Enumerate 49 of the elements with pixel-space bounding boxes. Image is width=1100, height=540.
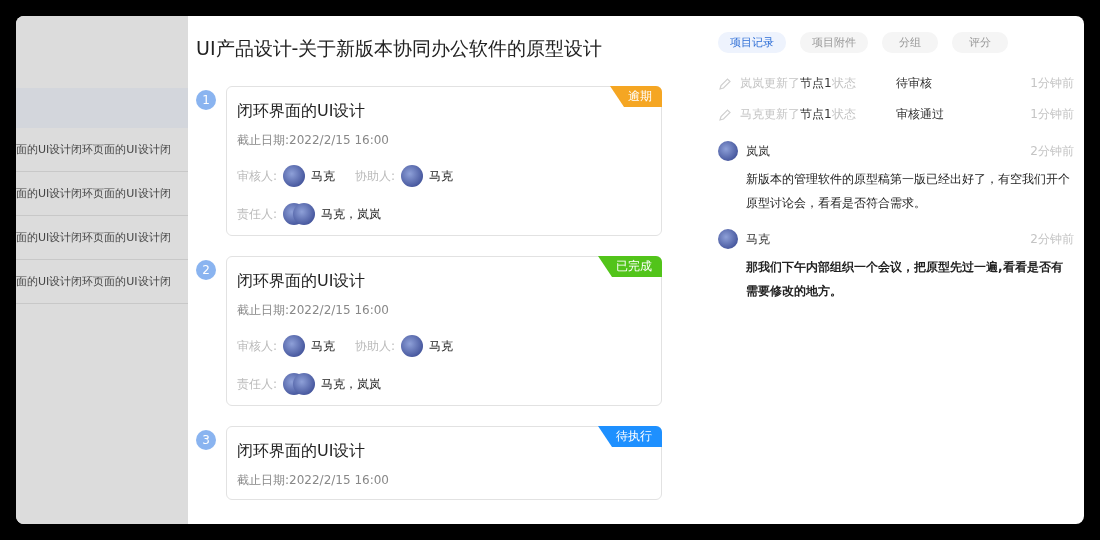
reviewer-name: 马克	[311, 167, 336, 185]
assistant-name: 马克	[429, 337, 454, 355]
pencil-icon	[718, 76, 732, 91]
avatar-group	[283, 373, 316, 395]
owner-names: 马克，岚岚	[321, 375, 382, 393]
reviewer-name: 马克	[311, 337, 336, 355]
avatar	[401, 165, 424, 187]
owner-label: 责任人:	[237, 375, 278, 393]
deadline-text: 截止日期:2022/2/15 16:00	[237, 302, 390, 319]
log-status: 待审核	[896, 75, 933, 92]
step-number: 2	[196, 260, 216, 280]
task-title: 闭环界面的UI设计	[237, 101, 367, 122]
comment-author: 岚岚	[746, 142, 771, 160]
tab[interactable]: 项目记录	[718, 32, 786, 53]
step-number: 1	[196, 90, 216, 110]
sidebar-item[interactable]: 面的UI设计闭环页面的UI设计闭	[16, 216, 188, 260]
owner-label: 责任人:	[237, 205, 278, 223]
avatar	[283, 335, 306, 357]
status-tag: 已完成	[598, 256, 662, 277]
task-title: 闭环界面的UI设计	[237, 441, 367, 462]
assistant-name: 马克	[429, 167, 454, 185]
assistant-label: 协助人:	[355, 337, 396, 355]
comment-text: 新版本的管理软件的原型稿第一版已经出好了，有空我们开个原型讨论会，看看是否符合需求。	[745, 171, 1071, 212]
task-card[interactable]: 待执行 闭环界面的UI设计 截止日期:2022/2/15 16:00	[226, 426, 662, 500]
log-status: 审核通过	[896, 106, 945, 123]
deadline-text: 截止日期:2022/2/15 16:00	[237, 132, 390, 149]
sidebar-item[interactable]: 面的UI设计闭环页面的UI设计闭	[16, 128, 188, 172]
reviewer-label: 审核人:	[237, 337, 278, 355]
avatar	[718, 229, 738, 249]
task-card[interactable]: 逾期 闭环界面的UI设计 截止日期:2022/2/15 16:00 审核人: 马克 协助人: 马克 责任人: 马克，岚岚	[226, 86, 662, 236]
avatar	[283, 165, 306, 187]
sidebar-item[interactable]: 面的UI设计闭环页面的UI设计闭	[16, 260, 188, 304]
task-title: 闭环界面的UI设计	[237, 271, 367, 292]
page-title: UI产品设计-关于新版本协同办公软件的原型设计	[196, 36, 604, 61]
step-number: 3	[196, 430, 216, 450]
status-tag: 待执行	[598, 426, 662, 447]
pencil-icon	[718, 107, 732, 122]
sidebar-item[interactable]: 面的UI设计闭环页面的UI设计闭	[16, 172, 188, 216]
task-card[interactable]: 已完成 闭环界面的UI设计 截止日期:2022/2/15 16:00 审核人: 马克 协助人: 马克 责任人: 马克，岚岚	[226, 256, 662, 406]
avatar-group	[283, 203, 316, 225]
reviewer-label: 审核人:	[237, 167, 278, 185]
comment-text: 那我们下午内部组织一个会议，把原型先过一遍,看看是否有需要修改的地方。	[745, 259, 1064, 300]
avatar	[401, 335, 424, 357]
status-tag: 逾期	[610, 86, 662, 107]
avatar	[718, 141, 738, 161]
deadline-text: 截止日期:2022/2/15 16:00	[237, 472, 390, 489]
owner-names: 马克，岚岚	[321, 205, 382, 223]
comment-author: 马克	[746, 230, 771, 248]
assistant-label: 协助人:	[355, 167, 396, 185]
